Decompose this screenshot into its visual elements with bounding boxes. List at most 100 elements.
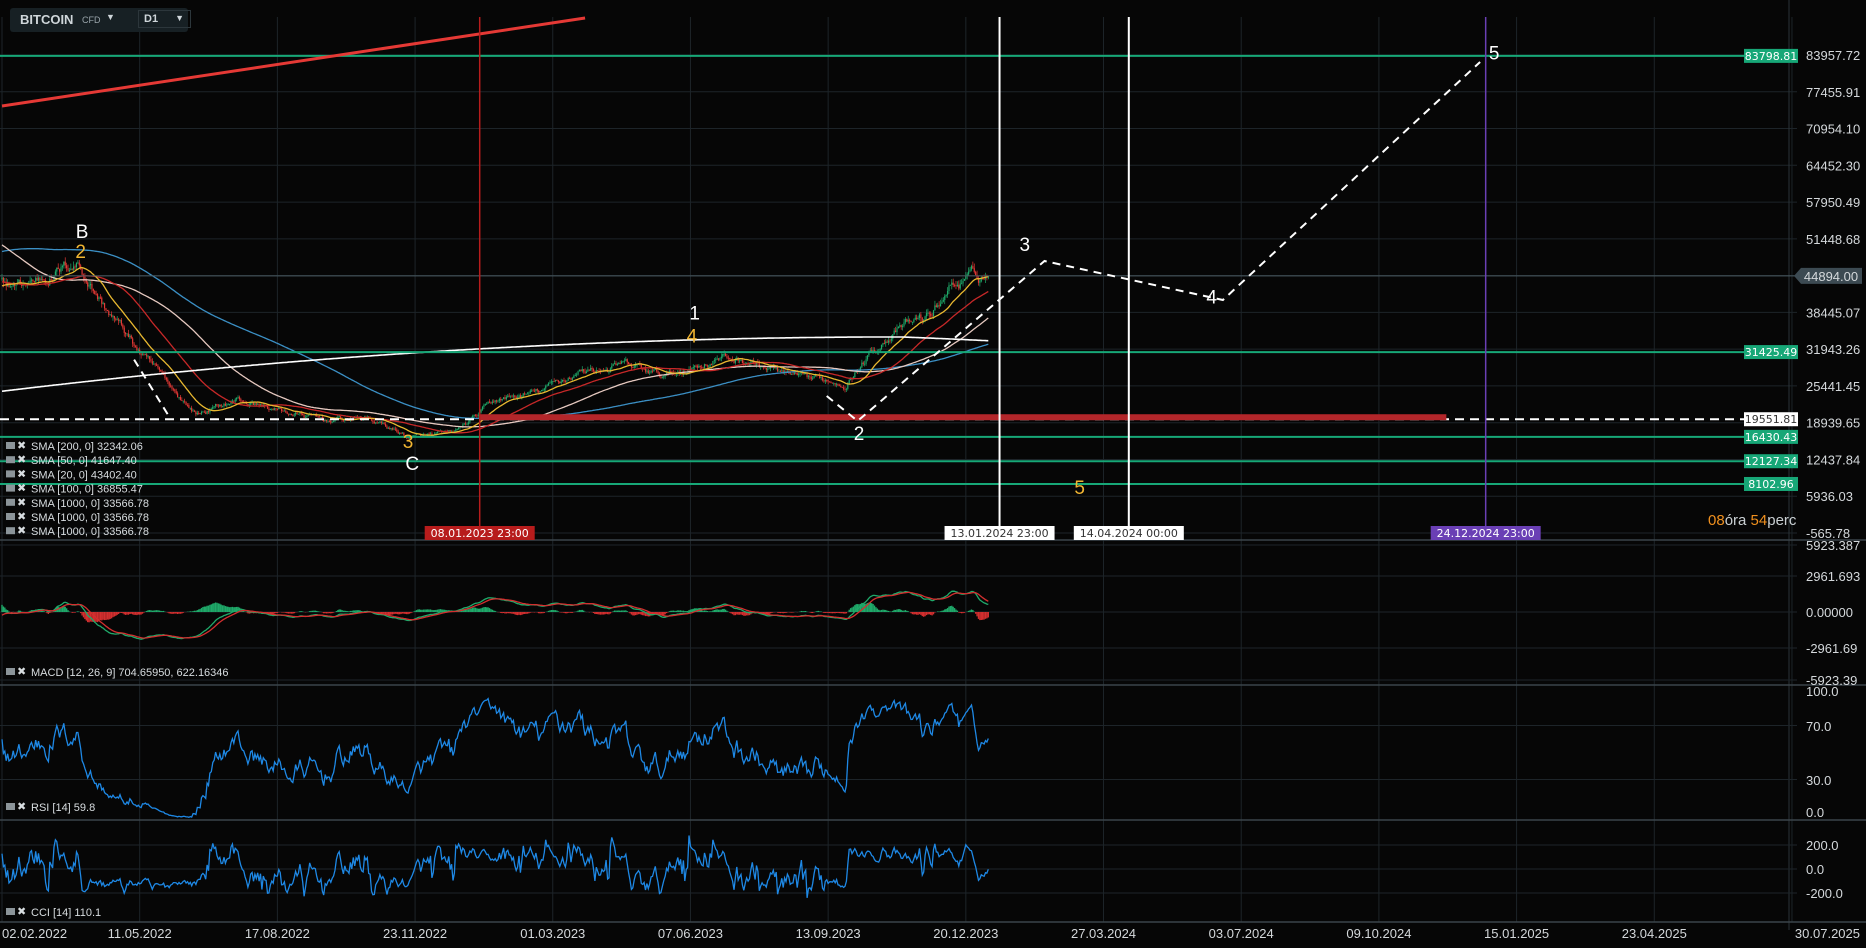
candle-body [694,365,696,367]
candle-body [920,314,922,319]
indicator-settings-icon[interactable] [6,513,15,520]
wave-label: 5 [1489,43,1500,64]
candle-body [692,366,694,369]
indicator-settings-icon[interactable] [6,484,15,492]
close-icon[interactable]: ✖ [17,666,26,678]
trading-chart[interactable]: 83957.72 77455.91 70954.10 64452.30 57950.49… [0,0,1866,948]
candle-body [511,395,513,397]
timer-hours-unit: óra [1724,512,1747,529]
candle-body [168,381,170,386]
indicator-settings-icon[interactable] [6,498,15,506]
candle-body [532,390,534,392]
indicator-settings-icon[interactable] [6,470,15,478]
legend-item[interactable]: ✖ SMA [20, 0] 43402.40 [6,468,137,481]
level-tag-label: 83798.81 [1745,50,1798,63]
close-icon[interactable]: ✖ [17,454,26,466]
candle-body [899,325,901,327]
candle-body [904,319,907,323]
candle-body [293,414,295,416]
candle-body [583,369,585,372]
indicator-settings-icon[interactable] [6,456,15,464]
candle-body [719,358,721,360]
candle-body [302,413,304,416]
indicator-settings-icon[interactable] [6,668,15,675]
candle-body [112,315,114,317]
legend-item[interactable]: ✖ SMA [1000, 0] 33566.78 [6,497,149,510]
candle-body [613,363,616,365]
indicator-settings-icon[interactable] [6,442,15,449]
candle-body [389,428,391,430]
candle-body [306,415,308,418]
candle-body [134,346,137,347]
candle-body [283,410,286,412]
candle-body [207,410,210,413]
indicator-settings-icon[interactable] [6,527,15,535]
legend-item[interactable]: ✖ SMA [200, 0] 32342.06 [6,440,143,453]
time-axis-label: 23.11.2022 [383,926,447,941]
candle-body [386,426,388,429]
legend-item[interactable]: ✖ SMA [1000, 0] 33566.78 [6,525,149,538]
wave-label: C [405,454,419,475]
candle-body [497,400,499,402]
close-icon[interactable]: ✖ [17,468,26,480]
candle-body [795,372,797,374]
candle-body [476,415,478,417]
close-icon[interactable]: ✖ [17,483,26,495]
close-icon[interactable]: ✖ [17,906,26,918]
candle-body [812,378,814,380]
candle-body [701,366,703,368]
close-icon[interactable]: ✖ [17,511,26,523]
candle-body [810,377,812,379]
wave-label: 1 [689,303,700,324]
indicator-settings-icon[interactable] [6,803,15,810]
candle-body [498,398,500,401]
candle-body [116,319,118,321]
candle-body [495,400,498,402]
candle-body [567,378,569,381]
candle-body [515,397,517,398]
candle-body [216,404,218,406]
legend-item[interactable]: ✖ SMA [1000, 0] 33566.78 [6,511,149,524]
candle-body [465,423,467,425]
candle-body [488,401,491,403]
candle-body [279,407,281,409]
candle-body [612,364,614,366]
candle-body [289,414,291,415]
chevron-down-icon[interactable]: ▼ [106,12,115,22]
wave-projection-path[interactable] [826,61,1481,423]
candle-body [983,278,985,280]
candle-body [538,390,540,393]
candle-body [657,371,659,374]
time-axis-label: 02.02.2022 [2,926,67,941]
candle-body [175,391,177,394]
legend-item[interactable]: ✖ SMA [50, 0] 41647.40 [6,454,137,467]
macd-axis-label: 0.00000 [1806,605,1853,620]
candle-body [494,400,496,402]
close-icon[interactable]: ✖ [17,497,26,509]
candle-body [651,370,654,372]
candle-body [803,373,805,375]
candle-body [198,412,200,414]
candle-body [906,319,908,322]
candle-body [775,367,777,369]
candle-body [514,395,516,398]
candle-body [130,335,132,339]
candle-body [977,279,980,283]
candle-body [590,367,592,371]
candle-body [129,335,131,338]
candle-body [66,265,68,269]
candle-body [696,365,699,368]
indicator-settings-icon[interactable] [6,908,15,915]
close-icon[interactable]: ✖ [17,525,26,537]
close-icon[interactable]: ✖ [17,440,26,452]
timeframe-dropdown[interactable]: D1 ▼ [138,10,191,28]
symbol-selector[interactable]: BITCOIN CFD ▼ D1 ▼ [10,8,191,32]
candle-body [945,294,947,296]
candle-body [902,325,904,327]
red-zone-rectangle[interactable] [479,414,1447,421]
close-icon[interactable]: ✖ [17,801,26,813]
candle-body [882,343,884,345]
candle-body [585,371,588,374]
candle-body [172,388,175,390]
candle-body [807,376,810,378]
